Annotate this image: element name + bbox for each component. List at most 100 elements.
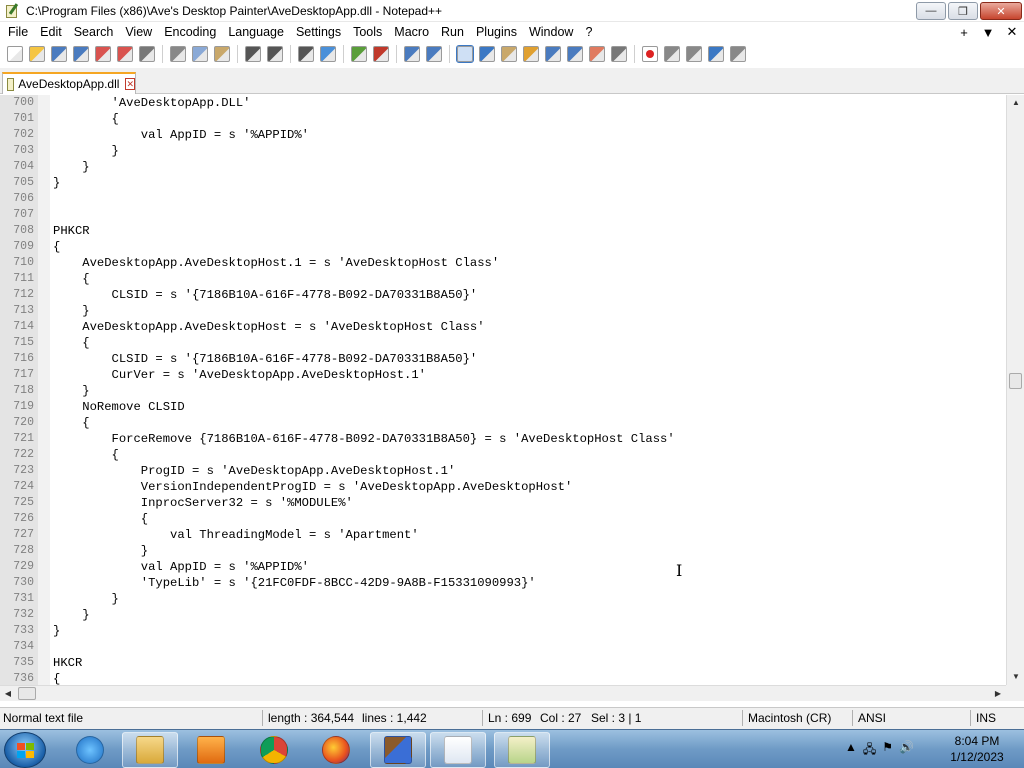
code-line[interactable]: 702 val AppID = s '%APPID%' [0, 127, 1006, 143]
record-macro-icon[interactable] [642, 46, 658, 62]
line-text[interactable]: ForceRemove {7186B10A-616F-4778-B092-DA7… [38, 431, 675, 447]
scroll-up-arrow-icon[interactable]: ▲ [1007, 95, 1024, 111]
vertical-scrollbar[interactable]: ▲ ▼ [1006, 95, 1024, 685]
taskbar-media-player-button[interactable] [183, 732, 239, 768]
line-text[interactable]: AveDesktopApp.AveDesktopHost = s 'AveDes… [38, 319, 484, 335]
menu-edit[interactable]: Edit [34, 22, 68, 42]
line-text[interactable]: CurVer = s 'AveDesktopApp.AveDesktopHost… [38, 367, 427, 383]
code-line[interactable]: 700 'AveDesktopApp.DLL' [0, 95, 1006, 111]
code-line[interactable]: 732 } [0, 607, 1006, 623]
code-line[interactable]: 723 ProgID = s 'AveDesktopApp.AveDesktop… [0, 463, 1006, 479]
close-document-icon[interactable]: ✕ [1000, 24, 1024, 40]
stop-macro-icon[interactable] [664, 46, 680, 62]
code-line[interactable]: 733} [0, 623, 1006, 639]
code-line[interactable]: 716 CLSID = s '{7186B10A-616F-4778-B092-… [0, 351, 1006, 367]
line-text[interactable]: } [38, 543, 148, 559]
line-text[interactable]: PHKCR [38, 223, 90, 239]
notepadpp-app-icon[interactable] [4, 2, 20, 19]
menu-tools[interactable]: Tools [347, 22, 388, 42]
action-center-flag-icon[interactable]: ⚑ [882, 740, 893, 761]
code-line[interactable]: 730 'TypeLib' = s '{21FC0FDF-8BCC-42D9-9… [0, 575, 1006, 591]
code-line[interactable]: 722 { [0, 447, 1006, 463]
code-line[interactable]: 714 AveDesktopApp.AveDesktopHost = s 'Av… [0, 319, 1006, 335]
code-line[interactable]: 710 AveDesktopApp.AveDesktopHost.1 = s '… [0, 255, 1006, 271]
line-text[interactable]: } [38, 623, 60, 639]
zoom-in-icon[interactable] [351, 46, 367, 62]
line-text[interactable]: { [38, 335, 89, 351]
horizontal-scrollbar[interactable]: ◀ ▶ [0, 685, 1006, 701]
sync-v-icon[interactable] [404, 46, 420, 62]
menu-settings[interactable]: Settings [290, 22, 347, 42]
line-text[interactable]: { [38, 239, 60, 255]
line-text[interactable]: CLSID = s '{7186B10A-616F-4778-B092-DA70… [38, 287, 478, 303]
line-text[interactable]: 'TypeLib' = s '{21FC0FDF-8BCC-42D9-9A8B-… [38, 575, 536, 591]
menu-macro[interactable]: Macro [388, 22, 435, 42]
menu-view[interactable]: View [119, 22, 158, 42]
save-all-icon[interactable] [73, 46, 89, 62]
maximize-button[interactable]: ❐ [948, 2, 978, 20]
function-list-icon[interactable] [567, 46, 583, 62]
line-text[interactable]: } [38, 175, 60, 191]
line-text[interactable]: val ThreadingModel = s 'Apartment' [38, 527, 419, 543]
code-line[interactable]: 728 } [0, 543, 1006, 559]
line-text[interactable]: NoRemove CLSID [38, 399, 184, 415]
code-line[interactable]: 707 [0, 207, 1006, 223]
close-icon[interactable] [95, 46, 111, 62]
code-line[interactable]: 711 { [0, 271, 1006, 287]
show-hidden-icons-icon[interactable]: ▲ [845, 740, 857, 761]
code-line[interactable]: 719 NoRemove CLSID [0, 399, 1006, 415]
save-macro-icon[interactable] [730, 46, 746, 62]
taskbar-file-explorer-button[interactable] [122, 732, 178, 768]
scroll-right-arrow-icon[interactable]: ▶ [990, 686, 1006, 702]
word-wrap-icon[interactable] [456, 45, 474, 63]
menu-encoding[interactable]: Encoding [158, 22, 222, 42]
line-text[interactable]: } [38, 159, 89, 175]
line-text[interactable]: { [38, 415, 89, 431]
system-clock[interactable]: 8:04 PM 1/12/2023 [944, 733, 1010, 765]
code-line[interactable]: 713 } [0, 303, 1006, 319]
line-text[interactable] [38, 191, 53, 207]
line-text[interactable]: { [38, 511, 148, 527]
find-icon[interactable] [298, 46, 314, 62]
doc-map-icon[interactable] [545, 46, 561, 62]
show-all-chars-icon[interactable] [479, 46, 495, 62]
code-line[interactable]: 717 CurVer = s 'AveDesktopApp.AveDesktop… [0, 367, 1006, 383]
taskbar-chrome-button[interactable] [246, 732, 302, 768]
code-line[interactable]: 725 InprocServer32 = s '%MODULE%' [0, 495, 1006, 511]
sync-h-icon[interactable] [426, 46, 442, 62]
menu-plugins[interactable]: Plugins [470, 22, 523, 42]
tab-list-dropdown-icon[interactable]: ▼ [976, 25, 1000, 40]
line-text[interactable]: InprocServer32 = s '%MODULE%' [38, 495, 353, 511]
menu-language[interactable]: Language [222, 22, 290, 42]
code-line[interactable]: 712 CLSID = s '{7186B10A-616F-4778-B092-… [0, 287, 1006, 303]
play-macro-icon[interactable] [686, 46, 702, 62]
line-text[interactable]: { [38, 271, 89, 287]
code-line[interactable]: 720 { [0, 415, 1006, 431]
zoom-out-icon[interactable] [373, 46, 389, 62]
volume-icon[interactable]: 🔊 [899, 740, 914, 761]
status-encoding[interactable]: ANSI [858, 711, 886, 725]
taskbar-internet-explorer-button[interactable] [62, 732, 118, 768]
tab-avedesktopapp-dll[interactable]: AveDesktopApp.dll ✕ [2, 72, 136, 94]
code-line[interactable]: 715 { [0, 335, 1006, 351]
line-text[interactable]: ProgID = s 'AveDesktopApp.AveDesktopHost… [38, 463, 456, 479]
monitor-icon[interactable] [611, 46, 627, 62]
scroll-down-arrow-icon[interactable]: ▼ [1007, 669, 1024, 685]
taskbar-notepadpp-button[interactable] [494, 732, 550, 768]
code-line[interactable]: 718 } [0, 383, 1006, 399]
line-text[interactable]: HKCR [38, 655, 82, 671]
line-text[interactable]: } [38, 303, 89, 319]
menu-file[interactable]: File [2, 22, 34, 42]
start-button[interactable] [4, 732, 46, 768]
status-eol[interactable]: Macintosh (CR) [748, 711, 831, 725]
code-line[interactable]: 729 val AppID = s '%APPID%' [0, 559, 1006, 575]
save-icon[interactable] [51, 46, 67, 62]
line-text[interactable]: 'AveDesktopApp.DLL' [38, 95, 251, 111]
menu-run[interactable]: Run [435, 22, 470, 42]
menu-help[interactable]: ? [579, 22, 598, 42]
vertical-scroll-thumb[interactable] [1009, 373, 1022, 389]
redo-icon[interactable] [267, 46, 283, 62]
taskbar-notepad-button[interactable] [430, 732, 486, 768]
code-line[interactable]: 705} [0, 175, 1006, 191]
tab-close-icon[interactable]: ✕ [125, 78, 135, 90]
